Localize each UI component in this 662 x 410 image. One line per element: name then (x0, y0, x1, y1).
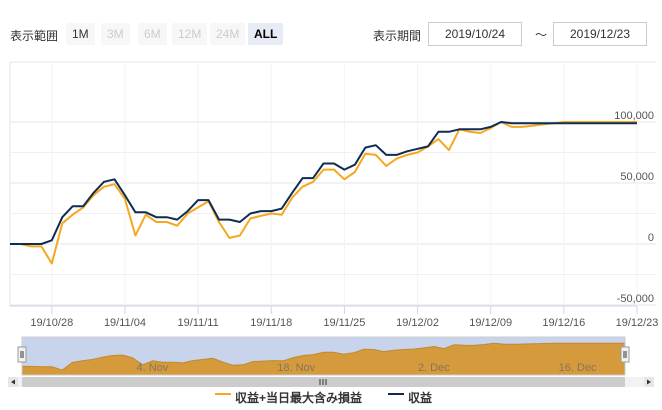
navigator-handle-right[interactable] (620, 346, 630, 363)
plot-series (10, 121, 637, 265)
legend-item-profit[interactable]: 収益 (408, 390, 432, 406)
navigator-label: 4. Nov (137, 362, 169, 374)
navigator-label: 16. Dec (559, 362, 597, 374)
x-tick-label: 19/10/28 (30, 317, 73, 329)
x-tick-label: 19/12/02 (396, 317, 439, 329)
y-tick-label: 0 (648, 232, 654, 244)
x-tick-label: 19/12/16 (542, 317, 585, 329)
navigator-handle-left[interactable] (17, 346, 27, 363)
x-tick-label: 19/11/25 (323, 317, 365, 329)
legend-item-profit-with-unrealized[interactable]: 収益+当日最大含み損益 (235, 390, 362, 406)
x-tick-label: 19/11/18 (250, 317, 292, 329)
legend: 収益+当日最大含み損益 収益 (0, 386, 662, 408)
x-tick-label: 19/11/11 (178, 317, 219, 329)
handle-box (620, 346, 630, 363)
series-line-profit-with-unrealized (10, 121, 637, 265)
x-tick-label: 19/12/23 (616, 317, 659, 329)
profit-chart: 100,000 50,000 0 -50,000 19/10/28 19/11/04 19/… (8, 61, 658, 387)
legend-swatch-navy (388, 393, 404, 395)
y-tick-label: 100,000 (614, 110, 654, 122)
handle-box (17, 346, 27, 363)
navigator-label: 2. Dec (418, 362, 450, 374)
legend-swatch-orange (215, 393, 231, 395)
x-tick-label: 19/12/09 (469, 317, 512, 329)
plot-grid (9, 61, 656, 306)
plot-axes: 100,000 50,000 0 -50,000 19/10/28 19/11/04 19/… (10, 110, 658, 329)
navigator-label: 18. Nov (277, 362, 315, 374)
y-tick-label: 50,000 (620, 171, 654, 183)
navigator[interactable]: 4. Nov 18. Nov 2. Dec 16. Dec (8, 336, 654, 387)
x-tick-label: 19/11/04 (104, 317, 146, 329)
y-tick-label: -50,000 (617, 293, 654, 305)
